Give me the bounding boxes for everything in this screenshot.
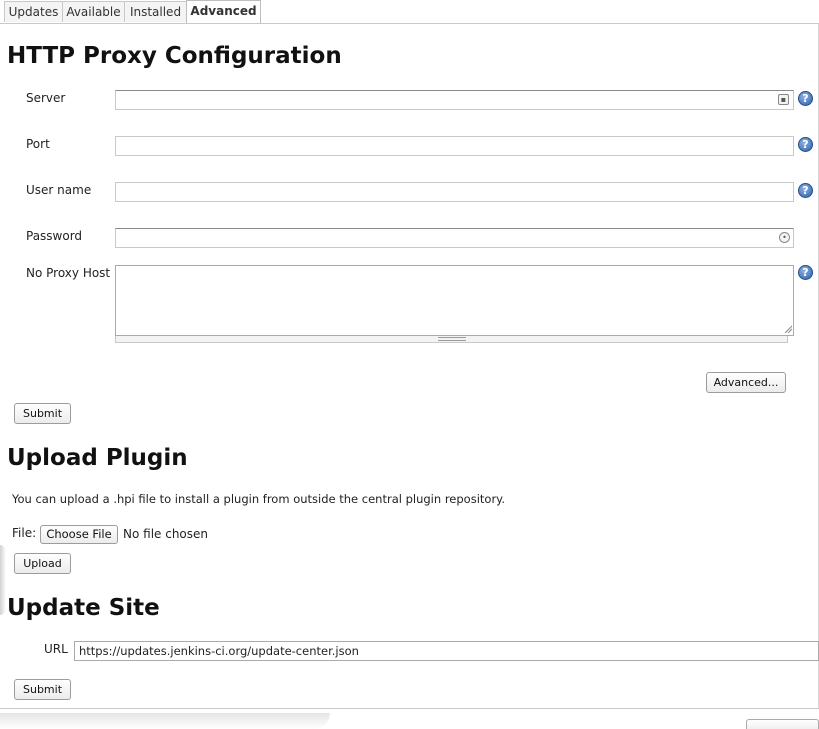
port-input[interactable]	[115, 136, 794, 156]
panel-border-bottom	[0, 708, 819, 709]
port-label: Port	[26, 137, 50, 151]
no-proxy-textarea[interactable]	[115, 265, 794, 336]
password-input[interactable]: •	[115, 228, 794, 248]
textarea-resize-grip[interactable]	[115, 336, 788, 343]
server-input[interactable]: ▪	[115, 90, 794, 110]
help-icon[interactable]: ?	[798, 137, 813, 152]
advanced-button[interactable]: Advanced...	[706, 372, 786, 393]
file-label: File:	[12, 526, 37, 540]
password-label: Password	[26, 229, 83, 243]
password-key-icon[interactable]: •	[779, 232, 790, 243]
server-label: Server	[26, 91, 66, 105]
tab-updates[interactable]: Updates	[4, 1, 63, 22]
proxy-section-title: HTTP Proxy Configuration	[7, 43, 342, 69]
update-site-section-title: Update Site	[7, 595, 160, 621]
window-shadow	[0, 713, 330, 729]
window-shadow	[0, 545, 6, 615]
tab-bar-divider	[0, 23, 819, 24]
username-input[interactable]	[115, 182, 794, 202]
resize-handle-icon[interactable]	[784, 325, 792, 333]
upload-description: You can upload a .hpi file to install a …	[12, 492, 505, 506]
proxy-submit-button[interactable]: Submit	[14, 403, 71, 424]
update-site-url-input[interactable]: https://updates.jenkins-ci.org/update-ce…	[74, 641, 819, 661]
tab-advanced[interactable]: Advanced	[186, 0, 261, 23]
username-label: User name	[26, 183, 92, 197]
partially-visible-button[interactable]	[746, 719, 819, 729]
no-proxy-label: No Proxy Host	[26, 266, 111, 280]
upload-section-title: Upload Plugin	[7, 445, 188, 471]
tab-bar: Updates Available Installed Advanced	[0, 0, 819, 24]
tab-available[interactable]: Available	[62, 1, 125, 22]
update-site-submit-button[interactable]: Submit	[14, 679, 71, 700]
tab-installed[interactable]: Installed	[124, 1, 187, 22]
no-file-chosen-text: No file chosen	[123, 527, 209, 541]
choose-file-button[interactable]: Choose File	[40, 525, 118, 544]
help-icon[interactable]: ?	[798, 265, 813, 280]
upload-button[interactable]: Upload	[14, 553, 71, 574]
grip-lines	[438, 337, 466, 341]
url-label: URL	[44, 642, 68, 656]
help-icon[interactable]: ?	[798, 91, 813, 106]
contact-card-icon[interactable]: ▪	[778, 94, 789, 105]
help-icon[interactable]: ?	[798, 183, 813, 198]
